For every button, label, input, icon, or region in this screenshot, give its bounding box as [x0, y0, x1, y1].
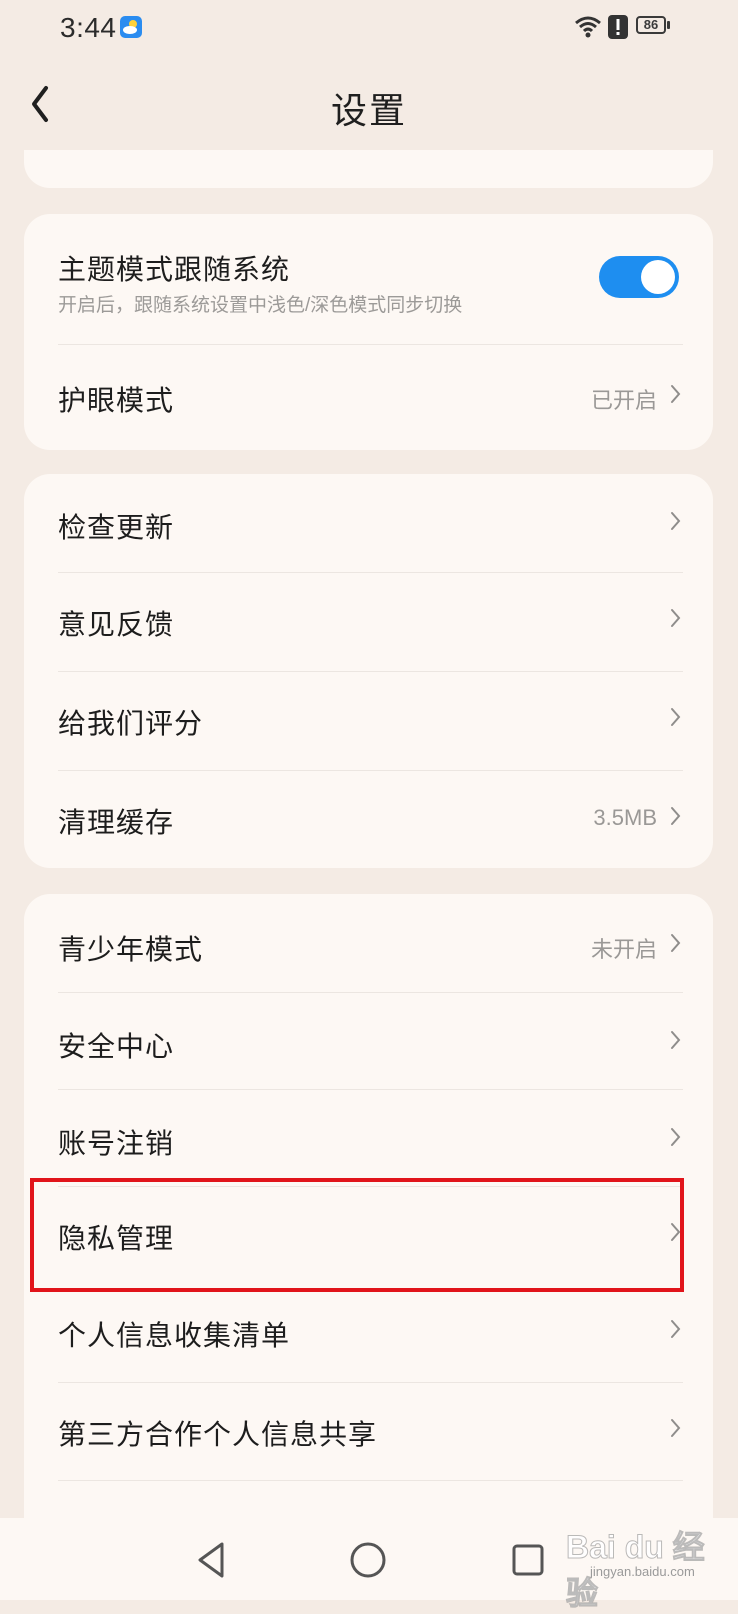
alert-icon — [607, 14, 629, 40]
clear-cache-label: 清理缓存 — [58, 807, 175, 838]
eye-care-label: 护眼模式 — [58, 385, 175, 416]
chevron-right-icon — [671, 708, 681, 726]
theme-follow-label: 主题模式跟随系统 — [58, 254, 291, 285]
teen-mode-label: 青少年模式 — [58, 934, 204, 965]
settings-card-general: 检查更新 意见反馈 给我们评分 清理缓存 3.5MB — [24, 474, 713, 868]
chevron-right-icon — [671, 1320, 681, 1338]
battery-icon: 86 — [636, 16, 672, 36]
weather-icon — [120, 16, 142, 38]
chevron-right-icon — [671, 1419, 681, 1437]
triangle-back-icon — [198, 1542, 224, 1578]
nav-recent-button[interactable] — [508, 1540, 548, 1580]
settings-card-display: 主题模式跟随系统 开启后，跟随系统设置中浅色/深色模式同步切换 护眼模式 已开启 — [24, 214, 713, 450]
battery-level: 86 — [636, 16, 666, 34]
wifi-icon — [574, 14, 602, 40]
rate-us-label: 给我们评分 — [58, 708, 204, 739]
list-item-feedback[interactable]: 意见反馈 — [24, 573, 713, 671]
chevron-right-icon — [671, 934, 681, 952]
chevron-right-icon — [671, 1031, 681, 1049]
theme-follow-toggle[interactable] — [599, 256, 679, 298]
theme-follow-row[interactable]: 主题模式跟随系统 开启后，跟随系统设置中浅色/深色模式同步切换 — [24, 214, 713, 344]
list-item-clear-cache[interactable]: 清理缓存 3.5MB — [24, 771, 713, 868]
header: 设置 — [0, 62, 738, 146]
chevron-right-icon — [671, 385, 681, 403]
eye-care-row[interactable]: 护眼模式 已开启 — [24, 345, 713, 450]
list-item-check-update[interactable]: 检查更新 — [24, 474, 713, 572]
chevron-right-icon — [671, 1128, 681, 1146]
eye-care-value: 已开启 — [590, 388, 657, 413]
page-title: 设置 — [330, 90, 407, 131]
watermark: Bai du 经验 jingyan.baidu.com — [560, 1516, 730, 1612]
chevron-right-icon — [671, 512, 681, 530]
status-time: 3:44 — [60, 12, 117, 43]
list-item-delete-account[interactable]: 账号注销 — [24, 1090, 713, 1187]
nav-back-button[interactable] — [190, 1538, 234, 1582]
list-item-personal-info-list[interactable]: 个人信息收集清单 — [24, 1284, 713, 1382]
teen-mode-value: 未开启 — [590, 937, 657, 962]
list-item-rate-us[interactable]: 给我们评分 — [24, 672, 713, 770]
third-party-sharing-label: 第三方合作个人信息共享 — [58, 1419, 378, 1450]
status-bar: 3:44 86 — [0, 0, 738, 58]
highlight-box — [30, 1178, 684, 1292]
personal-info-list-label: 个人信息收集清单 — [58, 1320, 291, 1351]
delete-account-label: 账号注销 — [58, 1128, 175, 1159]
cache-size-value: 3.5MB — [593, 805, 657, 830]
chevron-right-icon — [671, 807, 681, 825]
watermark-url: jingyan.baidu.com — [590, 1564, 695, 1579]
toggle-knob — [641, 260, 675, 294]
feedback-label: 意见反馈 — [58, 609, 175, 640]
check-update-label: 检查更新 — [58, 512, 175, 543]
list-item-security-center[interactable]: 安全中心 — [24, 993, 713, 1091]
list-item-third-party-sharing[interactable]: 第三方合作个人信息共享 — [24, 1383, 713, 1481]
chevron-right-icon — [671, 609, 681, 627]
card-top-stub — [24, 150, 713, 188]
circle-home-icon — [350, 1542, 386, 1578]
square-recent-icon — [512, 1544, 544, 1576]
divider — [58, 1480, 683, 1481]
theme-follow-subtitle: 开启后，跟随系统设置中浅色/深色模式同步切换 — [58, 295, 463, 316]
nav-home-button[interactable] — [346, 1538, 390, 1582]
list-item-teen-mode[interactable]: 青少年模式 未开启 — [24, 894, 713, 992]
security-center-label: 安全中心 — [58, 1031, 175, 1062]
